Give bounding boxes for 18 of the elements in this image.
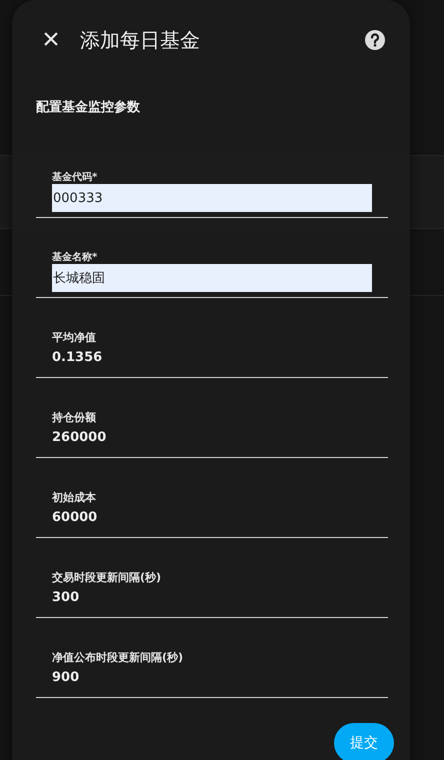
field-label: 基金代码* xyxy=(52,172,98,184)
text-field[interactable]: 0.1356 xyxy=(52,347,352,367)
text-field[interactable]: 长城稳固 xyxy=(52,264,372,292)
text-field[interactable]: 900 xyxy=(52,667,352,687)
field-label: 基金名称* xyxy=(52,252,98,264)
text-field[interactable]: 260000 xyxy=(52,427,352,447)
field-label: 持仓份额 xyxy=(52,412,97,424)
dialog-title: 添加每日基金 xyxy=(80,26,201,54)
text-field[interactable]: 000333 xyxy=(52,184,372,212)
field-label: 平均净值 xyxy=(52,332,97,344)
close-button[interactable]: × xyxy=(36,24,66,56)
field-label: 净值公布时段更新间隔(秒) xyxy=(52,652,184,664)
text-field[interactable]: 300 xyxy=(52,587,352,607)
text-field[interactable]: 60000 xyxy=(52,507,352,527)
section-title: 配置基金监控参数 xyxy=(35,99,141,116)
field-label: 交易时段更新间隔(秒) xyxy=(52,572,162,584)
help-icon[interactable] xyxy=(364,29,386,51)
field-label: 初始成本 xyxy=(52,492,97,504)
